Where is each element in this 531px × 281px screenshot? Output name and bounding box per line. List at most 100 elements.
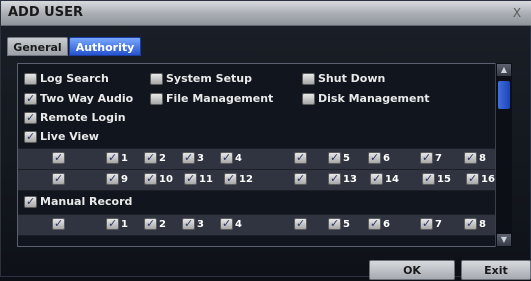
scroll-up-icon[interactable]: ▲ [497, 64, 511, 76]
log-search-checkbox[interactable] [24, 73, 37, 85]
channel-checkbox[interactable]: 3 [182, 150, 204, 167]
channel-5-checkbox[interactable] [328, 150, 341, 166]
channel-4-checkbox[interactable] [220, 216, 233, 232]
two-way-audio-label: Two Way Audio [40, 92, 134, 105]
channel-6-checkbox[interactable] [368, 150, 381, 166]
channel-number: 6 [383, 153, 390, 164]
channel-checkbox[interactable]: 7 [420, 150, 442, 167]
file-management-label: File Management [166, 92, 274, 105]
channel-checkbox[interactable]: 4 [220, 150, 242, 167]
disk-management-option[interactable]: Disk Management [302, 91, 430, 107]
channel-checkbox[interactable] [294, 216, 309, 233]
tab-authority[interactable]: Authority [69, 37, 141, 56]
tab-general[interactable]: General [7, 37, 68, 56]
channel-7-checkbox[interactable] [420, 216, 433, 232]
system-setup-option[interactable]: System Setup [150, 71, 252, 87]
channel-checkbox[interactable]: 4 [220, 216, 242, 233]
channel-checkbox[interactable] [52, 171, 67, 188]
remote-login-checkbox[interactable] [24, 110, 37, 126]
channel-number: 5 [343, 153, 350, 164]
dialog-title: ADD USER [8, 5, 83, 20]
channel-checkbox[interactable] [52, 150, 67, 167]
channel-checkbox[interactable]: 13 [328, 171, 357, 188]
channel-3-checkbox[interactable] [182, 150, 195, 166]
shut-down-checkbox[interactable] [302, 73, 315, 85]
channel-checkbox[interactable]: 1 [106, 150, 128, 167]
channel-14-checkbox[interactable] [370, 171, 383, 187]
channel-1-checkbox[interactable] [106, 216, 119, 232]
channel-8-checkbox[interactable] [464, 216, 477, 232]
channel-15-checkbox[interactable] [422, 171, 435, 187]
channel-checkbox[interactable]: 5 [328, 216, 350, 233]
channel-checkbox[interactable]: 10 [144, 171, 173, 188]
channel-2-checkbox[interactable] [144, 216, 157, 232]
channel-5-checkbox[interactable] [328, 216, 341, 232]
exit-button[interactable]: Exit [461, 260, 531, 280]
manual-record-checkbox[interactable] [24, 194, 37, 210]
channel-checkbox[interactable]: 2 [144, 216, 166, 233]
channel-checkbox[interactable]: 3 [182, 216, 204, 233]
scroll-thumb[interactable] [498, 81, 510, 109]
channel-group-checkbox[interactable] [294, 216, 307, 232]
channel-checkbox[interactable]: 14 [370, 171, 399, 188]
channel-1-checkbox[interactable] [106, 150, 119, 166]
channel-checkbox[interactable]: 8 [464, 216, 486, 233]
channel-group-checkbox[interactable] [294, 171, 307, 187]
scroll-down-icon[interactable]: ▼ [497, 234, 511, 246]
channel-4-checkbox[interactable] [220, 150, 233, 166]
log-search-option[interactable]: Log Search [24, 71, 109, 87]
two-way-audio-option[interactable]: Two Way Audio [24, 91, 133, 107]
disk-management-label: Disk Management [318, 92, 430, 105]
manual-record-label: Manual Record [40, 195, 133, 208]
file-management-option[interactable]: File Management [150, 91, 273, 107]
channel-11-checkbox[interactable] [184, 171, 197, 187]
channel-checkbox[interactable]: 8 [464, 150, 486, 167]
channel-checkbox[interactable]: 1 [106, 216, 128, 233]
close-icon[interactable]: X [508, 4, 526, 22]
channel-checkbox[interactable]: 12 [224, 171, 253, 188]
channel-checkbox[interactable]: 6 [368, 216, 390, 233]
channel-checkbox[interactable]: 5 [328, 150, 350, 167]
ok-button[interactable]: OK [369, 260, 455, 280]
channel-13-checkbox[interactable] [328, 171, 341, 187]
file-management-checkbox[interactable] [150, 93, 163, 105]
channel-8-checkbox[interactable] [464, 150, 477, 166]
channel-checkbox[interactable]: 6 [368, 150, 390, 167]
system-setup-checkbox[interactable] [150, 73, 163, 85]
channel-select-all-checkbox[interactable] [52, 216, 65, 232]
manual-record-option[interactable]: Manual Record [24, 194, 132, 210]
vertical-scrollbar[interactable]: ▲ ▼ [495, 63, 512, 247]
channel-number: 14 [385, 174, 399, 185]
live-view-checkbox[interactable] [24, 129, 37, 145]
channel-checkbox[interactable] [294, 150, 309, 167]
channel-checkbox[interactable]: 15 [422, 171, 451, 188]
channel-2-checkbox[interactable] [144, 150, 157, 166]
channel-16-checkbox[interactable] [466, 171, 479, 187]
manual-record-channels-row-1: 1 2 3 4 5 6 7 8 [18, 214, 510, 236]
channel-12-checkbox[interactable] [224, 171, 237, 187]
shut-down-option[interactable]: Shut Down [302, 71, 385, 87]
system-setup-label: System Setup [166, 72, 252, 85]
channel-checkbox[interactable] [294, 171, 309, 188]
channel-checkbox[interactable]: 7 [420, 216, 442, 233]
live-view-option[interactable]: Live View [24, 129, 99, 145]
channel-checkbox[interactable]: 9 [106, 171, 128, 188]
disk-management-checkbox[interactable] [302, 93, 315, 105]
channel-9-checkbox[interactable] [106, 171, 119, 187]
channel-10-checkbox[interactable] [144, 171, 157, 187]
channel-number: 5 [343, 219, 350, 230]
two-way-audio-checkbox[interactable] [24, 91, 37, 107]
channel-checkbox[interactable]: 2 [144, 150, 166, 167]
channel-checkbox[interactable]: 11 [184, 171, 213, 188]
channel-number: 1 [121, 219, 128, 230]
channel-group-checkbox[interactable] [294, 150, 307, 166]
channel-select-all-checkbox[interactable] [52, 171, 65, 187]
channel-select-all-checkbox[interactable] [52, 150, 65, 166]
channel-checkbox[interactable] [52, 216, 67, 233]
dialog-footer: OK Exit [1, 253, 531, 280]
channel-6-checkbox[interactable] [368, 216, 381, 232]
remote-login-option[interactable]: Remote Login [24, 110, 126, 126]
channel-7-checkbox[interactable] [420, 150, 433, 166]
channel-checkbox[interactable]: 16 [466, 171, 495, 188]
channel-3-checkbox[interactable] [182, 216, 195, 232]
